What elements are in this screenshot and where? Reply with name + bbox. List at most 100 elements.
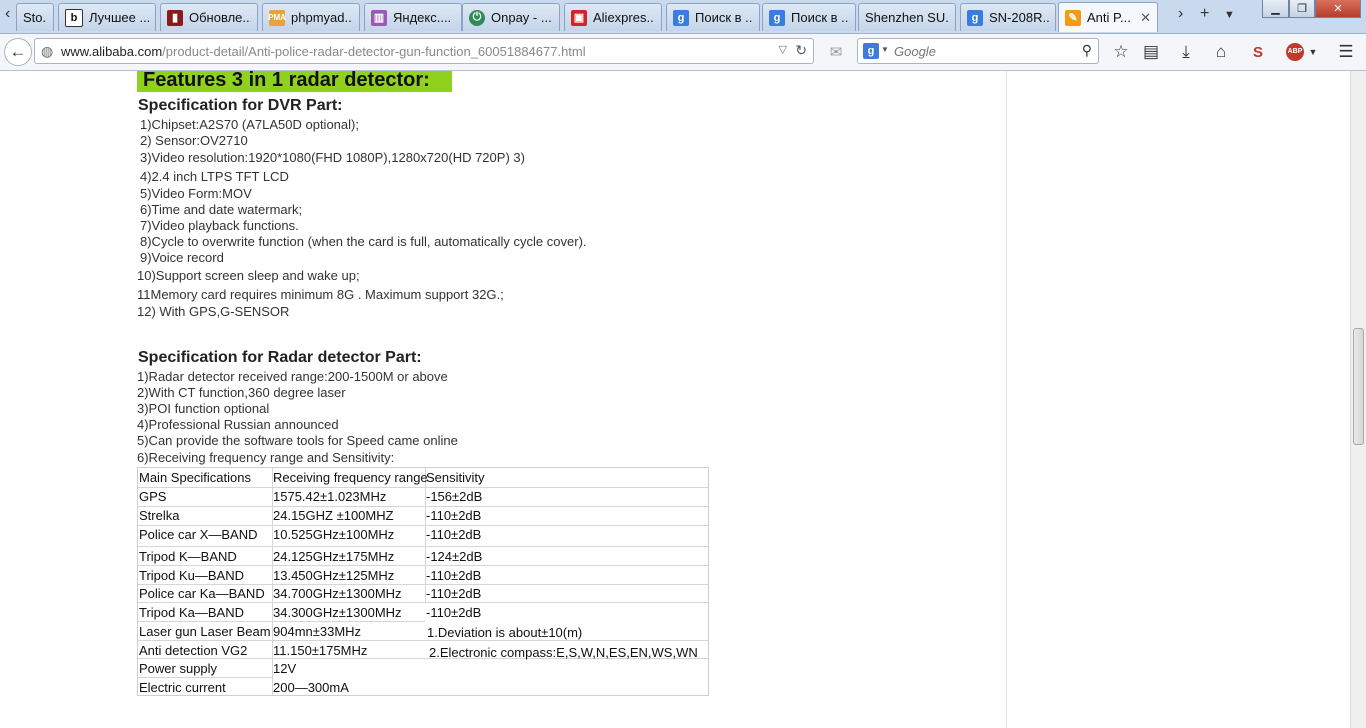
- table-cell: Tripod K—BAND: [139, 549, 237, 564]
- radar-heading: Specification for Radar detector Part:: [138, 349, 422, 366]
- tab-title: Яндекс....: [393, 10, 452, 25]
- dropdown-icon[interactable]: ▽: [779, 43, 787, 56]
- url-path: /product-detail/Anti-police-radar-detect…: [162, 43, 586, 59]
- table-cell: 1.Deviation is about±10(m): [427, 625, 583, 640]
- chart-icon: ▥: [371, 9, 387, 26]
- search-engine-dropdown-icon[interactable]: ▼: [881, 45, 889, 54]
- pma-icon: PMA: [268, 9, 286, 26]
- tab-10[interactable]: g SN-208R...: [960, 3, 1056, 31]
- tabs-scroll-left-icon[interactable]: ‹: [5, 5, 10, 23]
- tab-title: Обновле...: [189, 10, 251, 25]
- table-cell: Police car Ka—BAND: [139, 586, 265, 601]
- table-cell: -110±2dB: [426, 586, 482, 601]
- table-cell: 1575.42±1.023MHz: [273, 489, 387, 504]
- table-divider: [138, 677, 272, 678]
- navigation-bar: ← ◍ www.alibaba.com/product-detail/Anti-…: [0, 34, 1366, 71]
- bookmark-star-icon[interactable]: ☆: [1109, 40, 1133, 64]
- table-cell: -156±2dB: [426, 489, 483, 504]
- tab-title: phpmyad...: [291, 10, 353, 25]
- vertical-scrollbar[interactable]: [1350, 71, 1366, 728]
- tab-title: Aliexpres...: [593, 10, 655, 25]
- close-window-button[interactable]: ✕: [1315, 0, 1361, 18]
- mail-icon[interactable]: ✉: [824, 40, 848, 64]
- table-divider: [138, 506, 708, 507]
- table-cell: 24.15GHZ ±100MHZ: [273, 508, 394, 523]
- dvr-line: 8)Cycle to overwrite function (when the …: [140, 234, 587, 249]
- url-bar[interactable]: ◍ www.alibaba.com/product-detail/Anti-po…: [34, 38, 814, 64]
- dvr-line: 10)Support screen sleep and wake up;: [137, 268, 360, 283]
- reload-icon[interactable]: ↻: [795, 42, 807, 59]
- tab-title: Поиск в ...: [695, 10, 753, 25]
- alibaba-icon: ✎: [1065, 9, 1081, 26]
- page-content: Features 3 in 1 radar detector: Specific…: [0, 71, 1350, 728]
- search-bar[interactable]: g ▼ Google ⚲: [857, 38, 1099, 64]
- table-divider: [138, 640, 708, 641]
- adblock-dropdown-icon[interactable]: ▼: [1301, 40, 1325, 64]
- tab-11-active[interactable]: ✎ Anti P... ✕: [1058, 2, 1158, 32]
- tabs-scroll-right-icon[interactable]: ›: [1178, 5, 1183, 23]
- table-divider: [138, 602, 708, 603]
- minimize-button[interactable]: ▁: [1262, 0, 1289, 18]
- dvr-line: 12) With GPS,G-SENSOR: [137, 304, 290, 319]
- table-header: Sensitivity: [426, 470, 485, 485]
- spec-table: Main Specifications Receiving frequency …: [137, 467, 709, 696]
- maximize-button[interactable]: ❐: [1289, 0, 1315, 18]
- table-cell: Tripod Ku—BAND: [139, 568, 244, 583]
- tab-1[interactable]: b Лучшее ...: [58, 3, 156, 31]
- dvr-line: 11Memory card requires minimum 8G . Maxi…: [137, 287, 504, 302]
- back-icon[interactable]: ←: [4, 38, 32, 66]
- bag-icon: ▣: [571, 9, 587, 26]
- url-host: www.alibaba.com: [61, 43, 163, 59]
- tab-title: Onpay - ...: [491, 10, 552, 25]
- scrollbar-thumb[interactable]: [1353, 328, 1364, 445]
- tab-title: Поиск в ...: [791, 10, 849, 25]
- radar-line: 1)Radar detector received range:200-1500…: [137, 369, 448, 384]
- radar-line: 5)Can provide the software tools for Spe…: [137, 433, 458, 448]
- download-icon[interactable]: ⤓: [1174, 40, 1198, 64]
- table-cell: -110±2dB: [426, 508, 482, 523]
- tab-bar: ‹ Sto... b Лучшее ... ▮ Обновле... PMA p…: [0, 0, 1366, 34]
- tab-9[interactable]: Shenzhen SU...: [858, 3, 956, 31]
- tab-4[interactable]: ▥ Яндекс....: [364, 3, 462, 31]
- table-header: Receiving frequency range: [273, 470, 428, 485]
- sidebar-divider: [1006, 71, 1007, 728]
- power-icon: ⏻: [469, 9, 485, 26]
- table-cell: -110±2dB: [426, 527, 482, 542]
- dvr-heading: Specification for DVR Part:: [138, 97, 343, 114]
- new-tab-icon[interactable]: +: [1200, 5, 1209, 23]
- tab-title: Anti P...: [1087, 10, 1131, 25]
- tab-0[interactable]: Sto...: [16, 3, 54, 31]
- table-cell: Power supply: [139, 661, 218, 676]
- tab-5[interactable]: ⏻ Onpay - ...: [462, 3, 560, 31]
- search-icon[interactable]: ⚲: [1082, 42, 1092, 59]
- table-divider: [138, 525, 708, 526]
- table-cell: 11.150±175MHz: [273, 643, 368, 658]
- tab-3[interactable]: PMA phpmyad...: [262, 3, 360, 31]
- tab-2[interactable]: ▮ Обновле...: [160, 3, 258, 31]
- table-cell: -110±2dB: [426, 568, 482, 583]
- reading-list-icon[interactable]: ▤: [1139, 40, 1163, 64]
- home-icon[interactable]: ⌂: [1209, 40, 1233, 64]
- google-icon: g: [769, 9, 785, 26]
- globe-icon: ◍: [41, 43, 54, 59]
- table-cell: 12V: [273, 661, 297, 676]
- dvr-line: 5)Video Form:MOV: [140, 186, 252, 201]
- radar-line: 2)With CT function,360 degree laser: [137, 385, 346, 400]
- list-tabs-icon[interactable]: ▼: [1224, 9, 1235, 21]
- dvr-line: 4)2.4 inch LTPS TFT LCD: [140, 169, 289, 184]
- close-icon[interactable]: ✕: [1140, 10, 1151, 26]
- google-icon: g: [673, 9, 689, 26]
- tab-6[interactable]: ▣ Aliexpres...: [564, 3, 662, 31]
- dvr-line: 3)Video resolution:1920*1080(FHD 1080P),…: [140, 150, 525, 165]
- tab-title: Sto...: [23, 10, 47, 25]
- tab-8[interactable]: g Поиск в ...: [762, 3, 856, 31]
- menu-icon[interactable]: ☰: [1334, 40, 1358, 64]
- table-divider: [138, 546, 708, 547]
- table-cell: Police car X—BAND: [139, 527, 258, 542]
- table-divider: [138, 584, 708, 585]
- features-title: Features 3 in 1 radar detector:: [137, 71, 452, 92]
- tab-7[interactable]: g Поиск в ...: [666, 3, 760, 31]
- radar-line: 4)Professional Russian announced: [137, 417, 339, 432]
- addon-s-icon[interactable]: S: [1246, 40, 1270, 64]
- table-cell: Anti detection VG2: [139, 643, 248, 658]
